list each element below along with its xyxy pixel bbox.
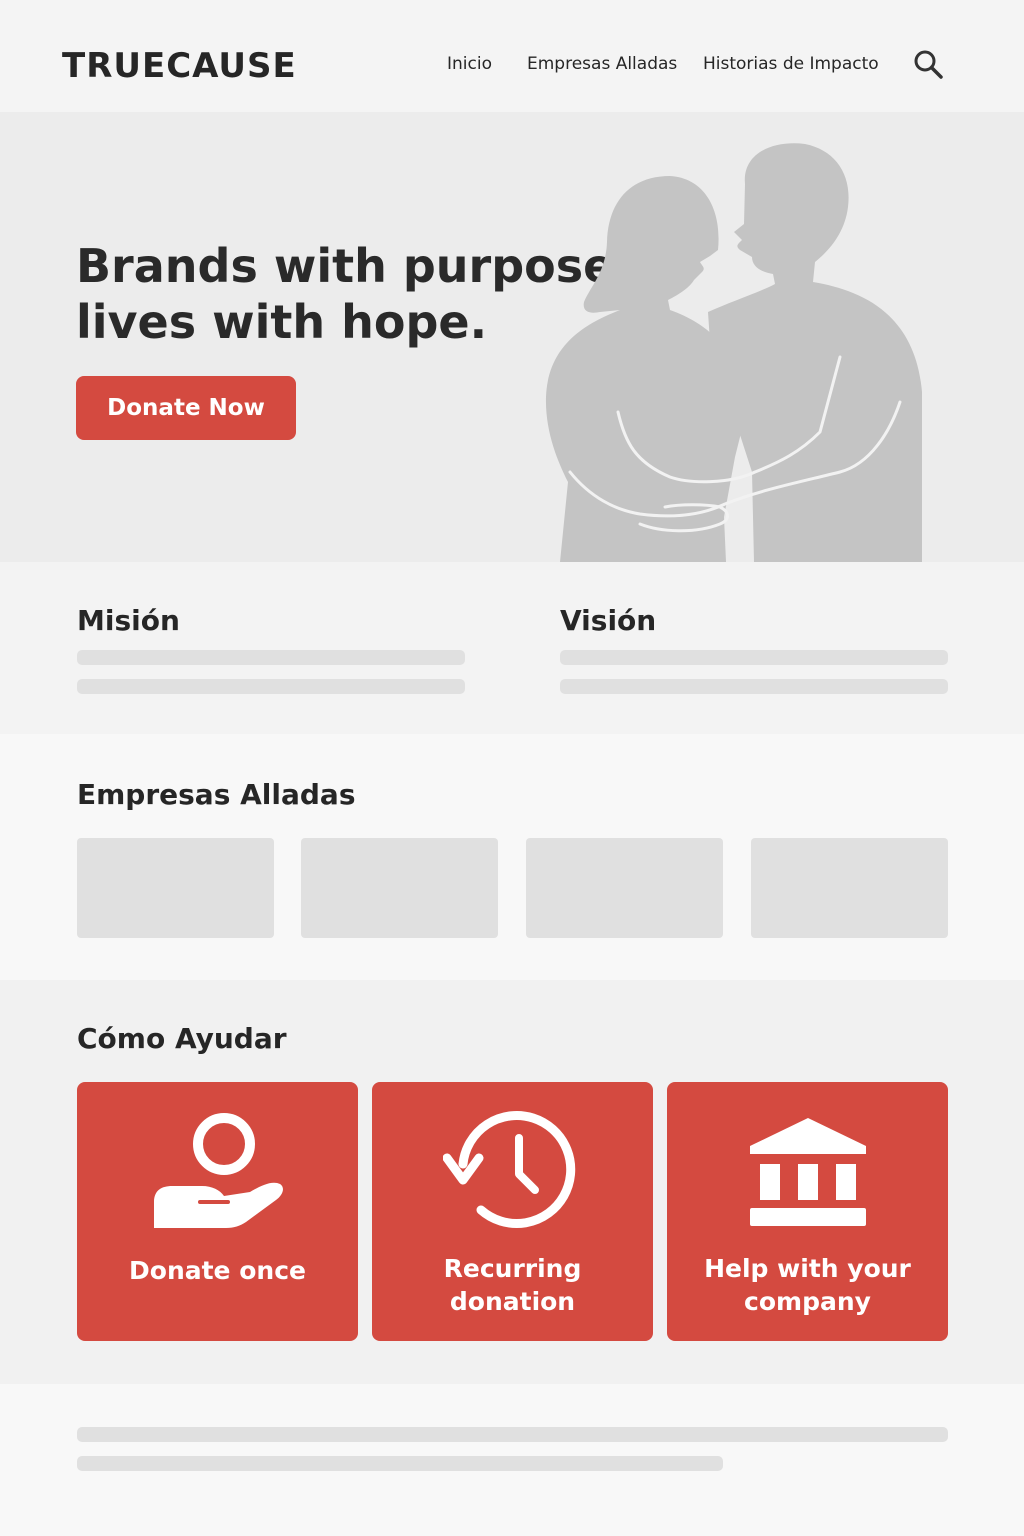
search-icon <box>914 50 943 79</box>
recurring-clock-icon <box>442 1111 575 1228</box>
how-to-help-heading: Cómo Ayudar <box>77 1022 287 1055</box>
nav-item-inicio[interactable]: Inicio <box>447 54 492 74</box>
hero-title: Brands with purpose, lives with hope. <box>76 238 632 350</box>
mission-vision-section: Misión Visión <box>0 562 1024 734</box>
partners-heading: Empresas Alladas <box>77 778 356 811</box>
mission-text-placeholder <box>77 679 465 694</box>
footer-text-placeholder <box>77 1427 948 1442</box>
partner-logo-card[interactable] <box>751 838 948 938</box>
nav-item-historias-de-impacto[interactable]: Historias de Impacto <box>703 54 879 74</box>
donate-once-card[interactable]: Donate once <box>77 1082 358 1341</box>
partners-section: Empresas Alladas <box>0 734 1024 980</box>
bank-building-icon <box>749 1118 866 1226</box>
nav-item-empresas-alladas[interactable]: Empresas Alladas <box>527 54 677 74</box>
recurring-donation-label-line-1: Recurring <box>443 1254 582 1283</box>
partner-logo-card[interactable] <box>77 838 274 938</box>
hero-title-line-1: Brands with purpose, <box>76 239 632 293</box>
recurring-donation-label-line-2: donation <box>449 1287 576 1316</box>
hero-title-line-2: lives with hope. <box>76 295 488 349</box>
hand-coin-icon <box>153 1113 283 1228</box>
mission-heading: Misión <box>77 604 180 637</box>
vision-heading: Visión <box>560 604 657 637</box>
help-with-company-card[interactable]: Help with your company <box>667 1082 948 1341</box>
site-logo[interactable]: TRUECAUSE <box>62 46 297 86</box>
hero-section: Brands with purpose, lives with hope. Do… <box>0 112 1024 562</box>
help-with-company-label-line-1: Help with your <box>704 1254 911 1283</box>
partner-logo-card[interactable] <box>301 838 498 938</box>
vision-text-placeholder <box>560 650 948 665</box>
mission-text-placeholder <box>77 650 465 665</box>
vision-text-placeholder <box>560 679 948 694</box>
donate-once-label: Donate once <box>129 1256 306 1285</box>
donate-now-button[interactable]: Donate Now <box>76 376 296 440</box>
help-with-company-label-line-2: company <box>744 1287 871 1316</box>
footer-section <box>0 1384 1024 1536</box>
couple-embracing-illustration <box>545 143 922 562</box>
site-header: TRUECAUSE Inicio Empresas Alladas Histor… <box>0 0 1024 112</box>
recurring-donation-card[interactable]: Recurring donation <box>372 1082 653 1341</box>
how-to-help-section: Cómo Ayudar Donate once Recurring donati… <box>0 980 1024 1384</box>
partner-logo-card[interactable] <box>526 838 723 938</box>
search-button[interactable] <box>912 48 946 82</box>
footer-text-placeholder <box>77 1456 723 1471</box>
